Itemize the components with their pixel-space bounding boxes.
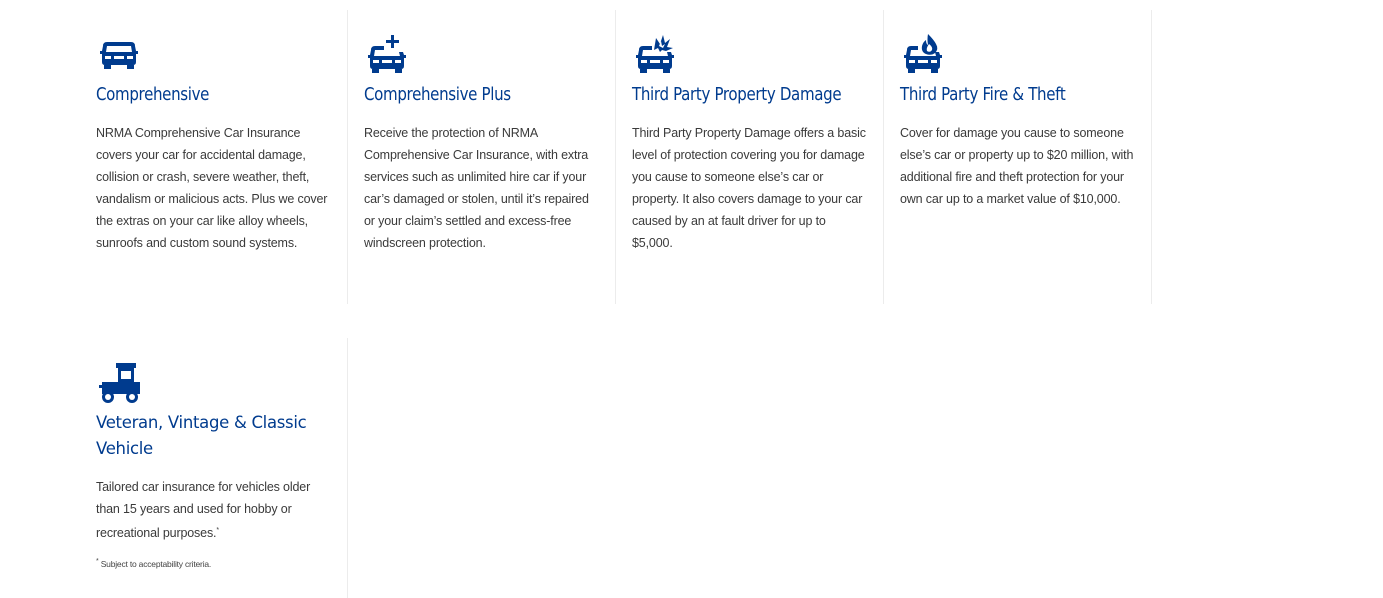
product-card-veteran-vintage-classic[interactable]: Veteran, Vintage & Classic Vehicle Tailo… xyxy=(80,338,348,598)
product-title[interactable]: Veteran, Vintage & Classic Vehicle xyxy=(96,410,336,462)
product-description: Cover for damage you cause to someone el… xyxy=(900,126,1134,206)
car-fire-icon xyxy=(900,32,946,78)
car-icon xyxy=(96,32,142,78)
description-text: Tailored car insurance for vehicles olde… xyxy=(96,480,311,541)
product-description: Tailored car insurance for vehicles olde… xyxy=(96,476,332,544)
product-row: Veteran, Vintage & Classic Vehicle Tailo… xyxy=(80,338,1152,598)
product-card-third-party-fire-theft[interactable]: Third Party Fire & Theft Cover for damag… xyxy=(884,10,1152,304)
car-crash-icon xyxy=(632,32,678,78)
product-grid: Comprehensive NRMA Comprehensive Car Ins… xyxy=(80,10,1152,598)
footnote: * Subject to acceptability criteria. xyxy=(96,558,331,569)
product-title[interactable]: Comprehensive xyxy=(96,82,298,108)
product-title[interactable]: Comprehensive Plus xyxy=(364,82,566,108)
product-description: Receive the protection of NRMA Comprehen… xyxy=(364,126,589,250)
product-description: NRMA Comprehensive Car Insurance covers … xyxy=(96,126,328,250)
product-row: Comprehensive NRMA Comprehensive Car Ins… xyxy=(80,10,1152,304)
product-card-comprehensive[interactable]: Comprehensive NRMA Comprehensive Car Ins… xyxy=(80,10,348,304)
footnote-marker: * xyxy=(216,527,219,534)
footnote-text: Subject to acceptability criteria. xyxy=(100,558,212,569)
footnote-marker: * xyxy=(96,558,99,566)
product-title[interactable]: Third Party Fire & Theft xyxy=(900,82,1102,108)
product-description: Third Party Property Damage offers a bas… xyxy=(632,126,866,250)
vintage-car-icon xyxy=(96,360,142,406)
car-plus-icon xyxy=(364,32,410,78)
product-title[interactable]: Third Party Property Damage xyxy=(632,82,842,108)
product-card-comprehensive-plus[interactable]: Comprehensive Plus Receive the protectio… xyxy=(348,10,616,304)
product-card-third-party-property-damage[interactable]: Third Party Property Damage Third Party … xyxy=(616,10,884,304)
